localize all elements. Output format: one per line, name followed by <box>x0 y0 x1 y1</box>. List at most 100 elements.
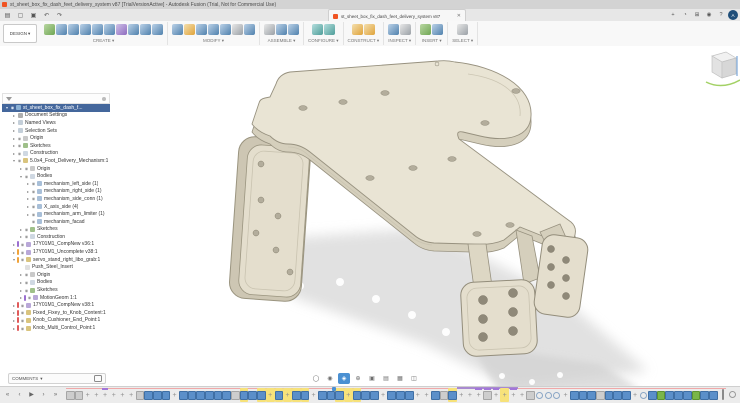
visibility-eye-icon[interactable]: ◉ <box>20 250 25 255</box>
visibility-eye-icon[interactable]: ◉ <box>20 310 25 315</box>
timeline-feature[interactable] <box>361 388 370 402</box>
grid-layout-icon[interactable]: ▦ <box>394 373 406 384</box>
expand-icon[interactable]: ▸ <box>11 120 17 125</box>
timeline-feature[interactable]: + <box>109 388 118 402</box>
help-icon[interactable]: ? <box>716 10 726 20</box>
orbit-icon[interactable]: ◯ <box>310 373 322 384</box>
visibility-eye-icon[interactable]: ◉ <box>31 189 36 194</box>
visibility-eye-icon[interactable]: ◉ <box>31 181 36 186</box>
shell-icon[interactable] <box>196 24 207 35</box>
visibility-eye-icon[interactable]: ◉ <box>17 143 22 148</box>
timeline-feature[interactable] <box>639 388 648 402</box>
cylinder-icon[interactable] <box>68 24 79 35</box>
close-tab-icon[interactable]: ✕ <box>455 13 463 19</box>
timeline-feature[interactable] <box>622 388 631 402</box>
timeline-feature[interactable] <box>301 388 310 402</box>
browser-row[interactable]: ▸◉mechanism_right_side (1) <box>2 188 110 196</box>
group-label-inspect[interactable]: INSPECT ▾ <box>388 38 411 44</box>
browser-row[interactable]: ▸Document Settings <box>2 112 110 120</box>
timeline-feature[interactable] <box>153 388 162 402</box>
timeline-feature[interactable]: + <box>118 388 127 402</box>
configuration-table-icon[interactable] <box>324 24 335 35</box>
timeline-feature[interactable] <box>188 388 197 402</box>
browser-row[interactable]: ▸◉Construction <box>2 233 110 241</box>
timeline-feature[interactable]: + <box>518 388 527 402</box>
timeline-feature[interactable]: + <box>92 388 101 402</box>
expand-icon[interactable]: ▸ <box>11 128 17 133</box>
visibility-eye-icon[interactable]: ◉ <box>10 105 15 110</box>
browser-row[interactable]: ▸◉Sketches <box>2 286 110 294</box>
profile-avatar[interactable]: A <box>728 10 738 20</box>
replace-face-icon[interactable] <box>244 24 255 35</box>
browser-row[interactable]: ▸◉Origin <box>2 165 110 173</box>
browser-row[interactable]: ▾◉st_sheet_box_fix_dash_f... <box>2 104 110 112</box>
timeline-feature[interactable] <box>648 388 657 402</box>
timeline-feature[interactable] <box>674 388 683 402</box>
browser-row[interactable]: ▸◉Sketches <box>2 142 110 150</box>
timeline-feature[interactable] <box>66 388 75 402</box>
timeline-feature[interactable]: + <box>266 388 275 402</box>
visibility-eye-icon[interactable]: ◉ <box>20 303 25 308</box>
group-label-construct[interactable]: CONSTRUCT ▾ <box>348 38 380 44</box>
fillet-icon[interactable] <box>184 24 195 35</box>
go-to-end-icon[interactable]: » <box>50 389 61 400</box>
timeline-feature[interactable] <box>553 388 562 402</box>
timeline-feature[interactable]: + <box>509 388 518 402</box>
sphere-icon[interactable] <box>80 24 91 35</box>
timeline-feature[interactable] <box>222 388 231 402</box>
timeline-feature[interactable] <box>613 388 622 402</box>
timeline-feature[interactable] <box>240 388 249 402</box>
timeline-feature[interactable] <box>405 388 414 402</box>
timeline-feature[interactable] <box>683 388 692 402</box>
look-at-icon[interactable]: ◉ <box>324 373 336 384</box>
notifications-icon[interactable]: ◉ <box>704 10 714 20</box>
visibility-eye-icon[interactable]: ◉ <box>31 219 36 224</box>
insert-mesh-icon[interactable] <box>420 24 431 35</box>
timeline-feature[interactable] <box>335 388 344 402</box>
timeline-feature[interactable] <box>370 388 379 402</box>
timeline-feature[interactable] <box>665 388 674 402</box>
group-label-select[interactable]: SELECT ▾ <box>452 38 473 44</box>
timeline-feature[interactable] <box>136 388 145 402</box>
timeline-feature[interactable]: + <box>492 388 501 402</box>
front-leg-body[interactable] <box>460 279 538 357</box>
browser-row[interactable]: ▸◉Construction <box>2 150 110 158</box>
browser-row[interactable]: ▸◉Origin <box>2 134 110 142</box>
timeline-feature[interactable] <box>75 388 84 402</box>
step-forward-icon[interactable]: › <box>38 389 49 400</box>
timeline-feature[interactable]: + <box>101 388 110 402</box>
visibility-eye-icon[interactable]: ◉ <box>31 204 36 209</box>
timeline-feature[interactable]: + <box>414 388 423 402</box>
browser-row[interactable]: ▾◉Bodies <box>2 172 110 180</box>
timeline-feature[interactable] <box>196 388 205 402</box>
visibility-eye-icon[interactable]: ◉ <box>17 136 22 141</box>
timeline-settings-icon[interactable] <box>729 391 736 398</box>
timeline-feature[interactable] <box>570 388 579 402</box>
timeline-feature[interactable]: + <box>127 388 136 402</box>
timeline-feature[interactable] <box>440 388 449 402</box>
configuration-icon[interactable] <box>312 24 323 35</box>
browser-row[interactable]: ▸◉Fixed_Fixey_to_Knob_Content:1 <box>2 309 110 317</box>
go-to-beginning-icon[interactable]: « <box>2 389 13 400</box>
extensions-icon[interactable]: ⊞ <box>692 10 702 20</box>
joint-icon[interactable] <box>276 24 287 35</box>
visibility-eye-icon[interactable]: ◉ <box>24 288 29 293</box>
timeline-feature[interactable] <box>275 388 284 402</box>
fit-icon[interactable]: ▣ <box>366 373 378 384</box>
timeline-feature[interactable]: + <box>83 388 92 402</box>
browser-row[interactable]: ▸◉Sketches <box>2 226 110 234</box>
browser-row[interactable]: ◉mechanism_facad <box>2 218 110 226</box>
box-icon[interactable] <box>56 24 67 35</box>
model-viewport[interactable]: ▾◉st_sheet_box_fix_dash_f...▸Document Se… <box>0 46 740 386</box>
display-settings-icon[interactable]: ▤ <box>380 373 392 384</box>
timeline-feature[interactable] <box>596 388 605 402</box>
timeline-feature[interactable]: + <box>474 388 483 402</box>
visibility-eye-icon[interactable]: ◉ <box>20 257 25 262</box>
timeline-feature[interactable] <box>179 388 188 402</box>
new-tab-icon[interactable]: + <box>668 10 678 20</box>
redo-icon[interactable]: ↷ <box>54 10 65 20</box>
visibility-eye-icon[interactable]: ◉ <box>27 295 32 300</box>
timeline-feature[interactable]: + <box>283 388 292 402</box>
browser-row[interactable]: ▸Selection Sets <box>2 127 110 135</box>
timeline-feature[interactable] <box>579 388 588 402</box>
